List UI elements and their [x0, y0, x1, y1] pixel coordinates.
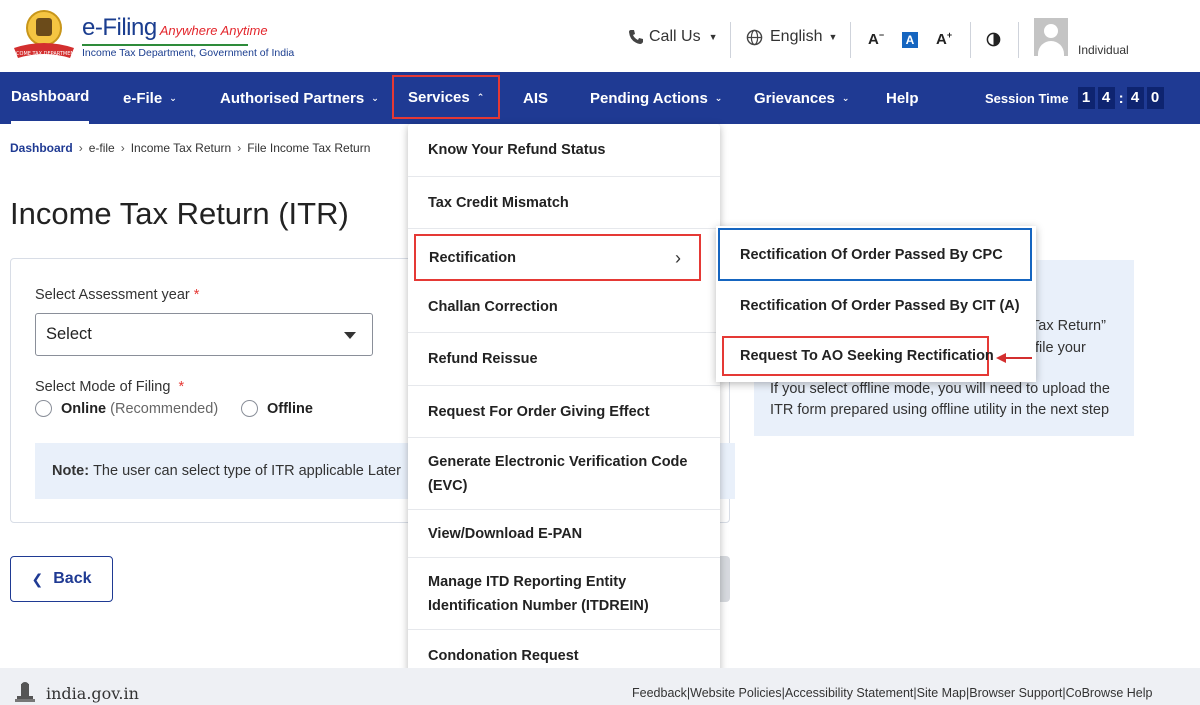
footer-links: Feedback |Website Policies |Accessibilit… [632, 686, 1152, 700]
main-nav: Dashboard e-File ⌄ Authorised Partners ⌄ S… [0, 72, 1200, 124]
assessment-year-label: Select Assessment year * [35, 287, 200, 303]
font-normal-button[interactable]: A [902, 32, 918, 48]
radio-circle-icon [241, 400, 258, 417]
breadcrumb-file-income-tax-return: File Income Tax Return [247, 141, 371, 155]
call-us-menu[interactable]: Call Us ▼ [628, 28, 717, 46]
session-timer: Session Time 1 4 : 4 0 [985, 72, 1164, 124]
phone-icon [629, 30, 643, 44]
menu-item-tax-credit-mismatch[interactable]: Tax Credit Mismatch [408, 177, 720, 229]
avatar[interactable] [1034, 18, 1068, 56]
breadcrumb: Dashboard › e-file › Income Tax Return › Fi… [10, 141, 371, 155]
india-gov-logo[interactable]: india.gov.in [12, 682, 139, 704]
income-tax-emblem-icon: INCOME TAX DEPARTMENT [11, 10, 78, 58]
menu-item-refund-reissue[interactable]: Refund Reissue [408, 333, 720, 386]
footer-link-feedback[interactable]: Feedback [632, 686, 687, 700]
session-digit: 4 [1097, 87, 1115, 109]
red-arrow-annotation-icon [996, 353, 1032, 363]
logo-title: e-Filing Anywhere Anytime [82, 14, 268, 41]
footer-link-browser-support[interactable]: |Browser Support [966, 686, 1062, 700]
chevron-down-icon: ⌄ [371, 92, 379, 103]
chevron-down-icon: ⌄ [714, 92, 723, 103]
chevron-up-icon: ⌃ [476, 91, 485, 102]
svg-text:INCOME TAX DEPARTMENT: INCOME TAX DEPARTMENT [11, 51, 78, 57]
caret-down-icon [344, 332, 356, 339]
session-digit: 4 [1126, 87, 1144, 109]
efiling-logo[interactable]: INCOME TAX DEPARTMENT e-Filing Anywhere A… [10, 8, 294, 64]
submenu-item-rectification-cpc[interactable]: Rectification Of Order Passed By CPC [718, 228, 1032, 281]
submenu-item-request-to-ao[interactable]: Request To AO Seeking Rectification [722, 336, 994, 376]
chevron-left-icon: ❮ [31, 570, 44, 587]
services-dropdown: Know Your Refund Status Tax Credit Misma… [408, 124, 720, 681]
info-line: ITR form prepared using offline utility … [770, 402, 1110, 418]
language-selector[interactable]: English ▼ [746, 28, 837, 46]
menu-item-rectification[interactable]: Rectification › [414, 234, 701, 281]
session-digit: 1 [1077, 87, 1095, 109]
assessment-year-select[interactable]: Select [35, 313, 373, 356]
nav-dashboard[interactable]: Dashboard [11, 72, 90, 124]
contrast-icon[interactable] [986, 32, 1001, 47]
breadcrumb-income-tax-return[interactable]: Income Tax Return [131, 141, 232, 155]
menu-item-download-epan[interactable]: View/Download E-PAN [408, 510, 720, 558]
menu-item-order-giving-effect[interactable]: Request For Order Giving Effect [408, 386, 720, 438]
font-decrease-button[interactable]: A− [868, 30, 884, 48]
menu-item-manage-itdrein[interactable]: Manage ITD Reporting Entity Identificati… [408, 558, 720, 630]
menu-item-challan-correction[interactable]: Challan Correction [408, 281, 720, 333]
chevron-right-icon: › [675, 247, 681, 268]
chevron-down-icon: ▼ [828, 32, 838, 42]
nav-ais[interactable]: AIS [523, 72, 548, 124]
info-line: If you select offline mode, you will nee… [770, 381, 1110, 397]
footer-link-website-policies[interactable]: |Website Policies [687, 686, 782, 700]
footer-link-site-map[interactable]: |Site Map [913, 686, 966, 700]
nav-authorised-partners[interactable]: Authorised Partners ⌄ [220, 72, 379, 124]
national-emblem-icon [15, 682, 35, 702]
back-button[interactable]: ❮ Back [10, 556, 113, 602]
globe-icon [746, 29, 763, 45]
nav-services[interactable]: Services ⌃ [392, 75, 501, 119]
online-radio[interactable]: Online (Recommended) [35, 400, 218, 417]
session-digit: 0 [1146, 87, 1164, 109]
nav-grievances[interactable]: Grievances ⌄ [754, 72, 849, 124]
menu-item-refund-status[interactable]: Know Your Refund Status [408, 124, 720, 177]
nav-efile[interactable]: e-File ⌄ [123, 72, 177, 124]
chevron-down-icon: ⌄ [169, 92, 177, 103]
info-line: file your [1035, 340, 1086, 356]
footer-link-cobrowse-help[interactable]: |CoBrowse Help [1062, 686, 1152, 700]
logo-subtitle: Income Tax Department, Government of Ind… [82, 44, 294, 59]
chevron-down-icon: ⌄ [841, 92, 850, 103]
filing-mode-label: Select Mode of Filing * [35, 379, 185, 395]
menu-item-generate-evc[interactable]: Generate Electronic Verification Code (E… [408, 438, 720, 510]
breadcrumb-dashboard[interactable]: Dashboard [10, 141, 73, 155]
top-header: INCOME TAX DEPARTMENT e-Filing Anywhere A… [0, 0, 1200, 72]
breadcrumb-efile[interactable]: e-file [89, 141, 115, 155]
offline-radio[interactable]: Offline [241, 400, 313, 417]
radio-circle-icon [35, 400, 52, 417]
rectification-submenu: Rectification Of Order Passed By CPC Rec… [716, 226, 1036, 382]
nav-help[interactable]: Help [886, 72, 919, 124]
info-line: Tax Return” [1031, 318, 1106, 334]
nav-pending-actions[interactable]: Pending Actions ⌄ [590, 72, 722, 124]
submenu-item-rectification-cit[interactable]: Rectification Of Order Passed By CIT (A) [740, 292, 1020, 320]
footer-link-accessibility[interactable]: |Accessibility Statement [782, 686, 914, 700]
user-role-label: Individual [1078, 43, 1129, 57]
font-increase-button[interactable]: A+ [936, 30, 952, 48]
chevron-down-icon: ▼ [708, 32, 718, 42]
page-title: Income Tax Return (ITR) [10, 196, 349, 231]
